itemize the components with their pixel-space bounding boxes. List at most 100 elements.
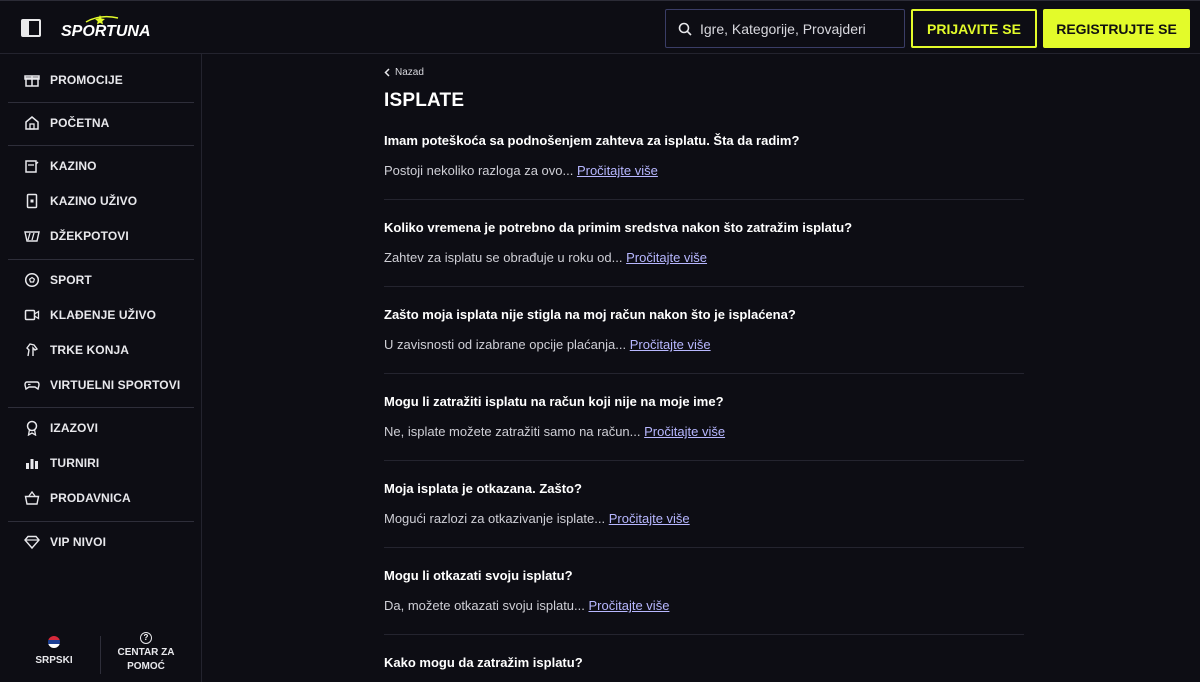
faq-answer: Mogući razlozi za otkazivanje isplate...… [384, 511, 1024, 527]
back-label: Nazad [395, 67, 424, 78]
sidebar-item-label: POČETNA [50, 116, 110, 130]
sidebar-item-turniri[interactable]: TURNIRI [8, 447, 194, 479]
faq-question[interactable]: Kako mogu da zatražim isplatu? [384, 655, 1024, 671]
help-center-link[interactable]: ? CENTAR ZA POMOĆ [108, 632, 184, 674]
sidebar-divider [8, 407, 194, 408]
sidebar: PROMOCIJE POČETNA KAZINO KAZINO UŽIVO DŽ… [0, 54, 202, 682]
gamepad-icon [22, 375, 42, 395]
sidebar-item-kazino-uzivo[interactable]: KAZINO UŽIVO [8, 185, 194, 217]
diamond-icon [22, 532, 42, 552]
read-more-link[interactable]: Pročitajte više [630, 337, 711, 352]
sidebar-item-sport[interactable]: SPORT [8, 264, 194, 296]
page-title: ISPLATE [384, 90, 465, 111]
horse-icon [22, 340, 42, 360]
sidebar-divider [8, 145, 194, 146]
language-selector[interactable]: SRPSKI [10, 636, 98, 668]
sidebar-item-kladjenje-uzivo[interactable]: KLAĐENJE UŽIVO [8, 299, 194, 331]
sidebar-item-promocije[interactable]: PROMOCIJE [8, 64, 194, 96]
read-more-link[interactable]: Pročitajte više [589, 598, 670, 613]
faq-item: Kako mogu da zatražim isplatu? [384, 655, 1024, 671]
faq-item: Zašto moja isplata nije stigla na moj ra… [384, 307, 1024, 353]
search-input[interactable] [700, 20, 890, 37]
faq-divider [384, 547, 1024, 548]
faq-question[interactable]: Moja isplata je otkazana. Zašto? [384, 481, 1024, 497]
faq-answer: Ne, isplate možete zatražiti samo na rač… [384, 424, 1024, 440]
faq-question[interactable]: Koliko vremena je potrebno da primim sre… [384, 220, 1024, 236]
ball-icon [22, 270, 42, 290]
brand-text: SPORTUNA [61, 23, 150, 40]
sportuna-logo[interactable]: SPORTUNA [60, 14, 150, 44]
sidebar-item-label: VIRTUELNI SPORTOVI [50, 378, 181, 392]
sidebar-divider [8, 259, 194, 260]
sidebar-item-vip-nivoi[interactable]: VIP NIVOI [8, 526, 194, 558]
read-more-link[interactable]: Pročitajte više [577, 163, 658, 178]
faq-answer-text: Zahtev za isplatu se obrađuje u roku od.… [384, 250, 623, 265]
faq-answer: U zavisnosti od izabrane opcije plaćanja… [384, 337, 1024, 353]
card-icon [22, 191, 42, 211]
sidebar-item-label: TRKE KONJA [50, 343, 130, 357]
read-more-link[interactable]: Pročitajte više [609, 511, 690, 526]
login-button[interactable]: PRIJAVITE SE [911, 9, 1037, 48]
faq-divider [384, 373, 1024, 374]
faq-answer: Zahtev za isplatu se obrađuje u roku od.… [384, 250, 1024, 266]
faq-answer-text: Mogući razlozi za otkazivanje isplate... [384, 511, 606, 526]
sidebar-item-label: PROMOCIJE [50, 73, 123, 87]
faq-divider [384, 460, 1024, 461]
sidebar-item-label: IZAZOVI [50, 421, 99, 435]
sidebar-item-trke-konja[interactable]: TRKE KONJA [8, 334, 194, 366]
main-content: Nazad ISPLATE Imam poteškoća sa podnošen… [202, 54, 1200, 682]
faq-question[interactable]: Mogu li otkazati svoju isplatu? [384, 568, 1024, 584]
sidebar-item-prodavnica[interactable]: PRODAVNICA [8, 482, 194, 514]
sidebar-item-label: KAZINO UŽIVO [50, 194, 138, 208]
badge-icon [22, 418, 42, 438]
back-link[interactable]: Nazad [384, 67, 424, 78]
faq-question[interactable]: Zašto moja isplata nije stigla na moj ra… [384, 307, 1024, 323]
basket-icon [22, 488, 42, 508]
faq-item: Koliko vremena je potrebno da primim sre… [384, 220, 1024, 266]
faq-item: Mogu li zatražiti isplatu na račun koji … [384, 394, 1024, 440]
faq-item: Mogu li otkazati svoju isplatu? Da, može… [384, 568, 1024, 614]
sidebar-item-kazino[interactable]: KAZINO [8, 150, 194, 182]
help-label-line2: POMOĆ [127, 661, 165, 672]
help-label-line1: CENTAR ZA [117, 647, 175, 658]
serbia-flag-icon [48, 636, 60, 648]
search-box[interactable] [665, 9, 905, 48]
faq-divider [384, 286, 1024, 287]
faq-answer-text: Ne, isplate možete zatražiti samo na rač… [384, 424, 641, 439]
chevron-left-icon [384, 68, 390, 77]
top-header: SPORTUNA PRIJAVITE SE REGISTRUJTE SE [0, 0, 1200, 54]
faq-answer: Postoji nekoliko razloga za ovo... Proči… [384, 163, 1024, 179]
language-label: SRPSKI [35, 655, 73, 666]
read-more-link[interactable]: Pročitajte više [644, 424, 725, 439]
sidebar-item-label: VIP NIVOI [50, 535, 107, 549]
sidebar-divider [8, 521, 194, 522]
help-icon: ? [140, 632, 152, 644]
gift-icon [22, 70, 42, 90]
sidebar-item-izazovi[interactable]: IZAZOVI [8, 412, 194, 444]
footer-divider [100, 636, 101, 674]
sidebar-item-label: KAZINO [50, 159, 97, 173]
faq-answer-text: Postoji nekoliko razloga za ovo... [384, 163, 574, 178]
faq-item: Imam poteškoća sa podnošenjem zahteva za… [384, 133, 1024, 179]
sidebar-item-virtuelni-sportovi[interactable]: VIRTUELNI SPORTOVI [8, 369, 194, 401]
read-more-link[interactable]: Pročitajte više [626, 250, 707, 265]
faq-answer: Da, možete otkazati svoju isplatu... Pro… [384, 598, 1024, 614]
faq-question[interactable]: Imam poteškoća sa podnošenjem zahteva za… [384, 133, 1024, 149]
faq-answer-text: Da, možete otkazati svoju isplatu... [384, 598, 585, 613]
sidebar-item-label: KLAĐENJE UŽIVO [50, 308, 157, 322]
sidebar-item-label: PRODAVNICA [50, 491, 131, 505]
live-video-icon [22, 305, 42, 325]
faq-divider [384, 634, 1024, 635]
sidebar-item-pocetna[interactable]: POČETNA [8, 107, 194, 139]
sidebar-divider [8, 102, 194, 103]
faq-divider [384, 199, 1024, 200]
sidebar-item-dzekpotovi[interactable]: DŽEKPOTOVI [8, 220, 194, 252]
search-icon [678, 22, 692, 36]
faq-answer-text: U zavisnosti od izabrane opcije plaćanja… [384, 337, 627, 352]
register-button[interactable]: REGISTRUJTE SE [1043, 9, 1190, 48]
sidebar-toggle-icon[interactable] [21, 19, 41, 37]
trophy-icon [22, 453, 42, 473]
faq-question[interactable]: Mogu li zatražiti isplatu na račun koji … [384, 394, 1024, 410]
sidebar-item-label: SPORT [50, 273, 92, 287]
sidebar-item-label: TURNIRI [50, 456, 100, 470]
